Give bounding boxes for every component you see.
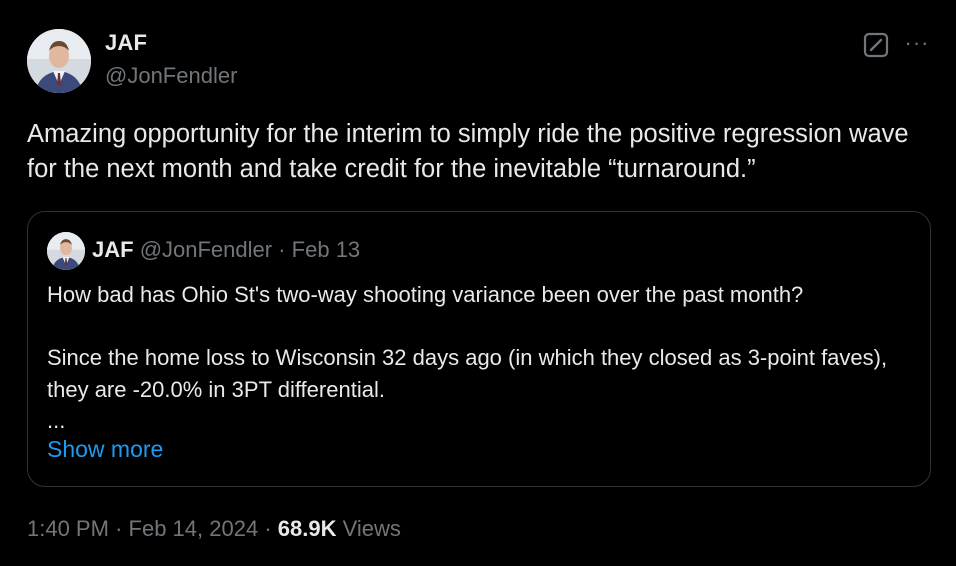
avatar[interactable] [27,29,91,93]
quoted-ellipsis: ... [47,408,66,433]
quoted-tweet-card[interactable]: JAF @JonFendler · Feb 13 How bad has Ohi… [27,211,931,487]
quoted-paragraph-1: How bad has Ohio St's two-way shooting v… [47,282,804,307]
views-label: Views [342,516,401,541]
quoted-handle: @JonFendler [139,237,273,262]
quoted-avatar [47,232,85,270]
quoted-display-name: JAF [92,237,134,262]
more-icon[interactable]: ··· [904,32,930,56]
grok-icon[interactable] [863,32,889,58]
avatar-photo [27,29,91,93]
quoted-text: How bad has Ohio St's two-way shooting v… [47,279,922,437]
post-date[interactable]: Feb 14, 2024 [129,516,259,541]
quoted-paragraph-2: Since the home loss to Wisconsin 32 days… [47,345,888,402]
quoted-separator: · [278,237,286,262]
post-time[interactable]: 1:40 PM [27,516,109,541]
author-display-name[interactable]: JAF [105,30,147,56]
footer-separator-1: · [115,516,123,541]
author-handle[interactable]: @JonFendler [105,63,237,89]
quoted-date: Feb 13 [291,237,361,262]
tweet-footer: 1:40 PM · Feb 14, 2024 · 68.9K Views [27,516,401,542]
tweet-text: Amazing opportunity for the interim to s… [27,120,909,183]
views-count: 68.9K [277,516,337,541]
quoted-header: JAF @JonFendler · Feb 13 [92,237,360,263]
footer-separator-2: · [264,516,272,541]
show-more-link[interactable]: Show more [47,436,163,463]
quoted-avatar-photo [47,232,85,270]
